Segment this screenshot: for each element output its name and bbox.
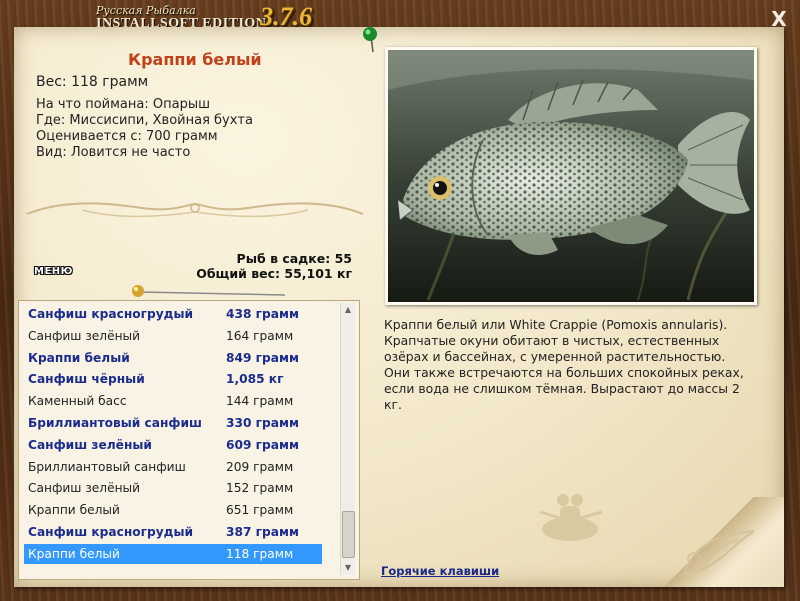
catch-stats: Рыб в садке: 55 Общий вес: 55,101 кг [196, 251, 352, 281]
crappie-image [388, 50, 754, 302]
kind-info: Вид: Ловится не часто [36, 145, 191, 160]
catch-row[interactable]: Санфиш красногрудый 387 грамм [24, 522, 322, 542]
catch-row-weight: 164 грамм [226, 328, 294, 343]
catch-row[interactable]: Санфиш зелёный 609 грамм [24, 435, 322, 455]
bait-info: На что поймана: Опарыш [36, 97, 210, 112]
catch-row-weight: 1,085 кг [226, 372, 284, 387]
pin-decoration-icon [132, 285, 286, 297]
catch-row[interactable]: Санфиш красногрудый 438 грамм [24, 304, 322, 324]
catch-row-name: Бриллиантовый санфиш [28, 459, 186, 474]
catch-row[interactable]: Бриллиантовый санфиш 330 грамм [24, 413, 322, 433]
catch-row[interactable]: Краппи белый 651 грамм [24, 500, 322, 520]
catch-row[interactable]: Бриллиантовый санфиш 209 грамм [24, 457, 322, 477]
value-info: Оценивается с: 700 грамм [36, 129, 218, 144]
pin-icon [363, 27, 377, 53]
catch-row[interactable]: Санфиш зелёный 152 грамм [24, 478, 322, 498]
catch-row-name: Краппи белый [28, 546, 120, 561]
catch-row-weight: 209 грамм [226, 459, 294, 474]
catch-row-name: Краппи белый [28, 503, 120, 518]
catch-row-name: Санфиш зелёный [28, 328, 141, 343]
catch-row-name: Каменный басс [28, 394, 127, 409]
catch-row-weight: 118 грамм [226, 546, 294, 561]
catch-row[interactable]: Краппи белый 849 грамм [24, 348, 322, 368]
fish-description: Краппи белый или White Crappie (Pomoxis … [384, 317, 744, 412]
catch-row-name: Санфиш зелёный [28, 481, 141, 496]
catch-row-name: Краппи белый [28, 350, 130, 365]
fish-name: Краппи белый [128, 50, 262, 69]
catch-row-name: Санфиш красногрудый [28, 307, 194, 321]
fish-count: Рыб в садке: 55 [236, 251, 352, 266]
list-scrollbar[interactable]: ▲ ▼ [340, 303, 355, 575]
catch-row-weight: 438 грамм [226, 307, 299, 321]
catch-row-weight: 144 грамм [226, 394, 294, 409]
catch-row[interactable]: Санфиш зелёный 164 грамм [24, 326, 322, 346]
leaf-ornament-icon [682, 530, 755, 576]
catch-list: Санфиш красногрудый 438 грамм Санфиш зелён… [18, 300, 360, 580]
catch-row-weight: 152 грамм [226, 481, 294, 496]
fisherman-silhouette-icon [539, 494, 603, 541]
catch-row-weight: 330 грамм [226, 416, 299, 430]
scroll-thumb[interactable] [342, 511, 355, 558]
catch-row[interactable]: Санфиш чёрный 1,085 кг [24, 369, 322, 389]
catch-row[interactable]: Каменный басс 144 грамм [24, 391, 322, 411]
fish-photo [385, 47, 757, 305]
catch-row-weight: 609 грамм [226, 437, 299, 452]
catch-row[interactable]: Краппи белый 118 грамм [24, 543, 322, 564]
total-weight: Общий вес: 55,101 кг [196, 266, 352, 281]
ornament-divider [26, 202, 364, 218]
catch-row-weight: 849 грамм [226, 350, 299, 365]
catch-row-weight: 387 грамм [226, 525, 299, 539]
scroll-down-icon[interactable]: ▼ [341, 561, 355, 575]
hotkeys-link[interactable]: Горячие клавиши [381, 564, 499, 578]
menu-button[interactable]: МЕНЮ [34, 266, 73, 277]
catch-row-weight: 651 грамм [226, 503, 294, 518]
scroll-up-icon[interactable]: ▲ [341, 303, 355, 317]
catch-row-name: Санфиш зелёный [28, 437, 152, 452]
location-info: Где: Миссисипи, Хвойная бухта [36, 113, 253, 128]
catch-row-name: Бриллиантовый санфиш [28, 416, 202, 430]
catch-row-name: Санфиш красногрудый [28, 525, 194, 539]
catch-row-name: Санфиш чёрный [28, 372, 145, 387]
fish-weight: Вес: 118 грамм [36, 74, 149, 90]
